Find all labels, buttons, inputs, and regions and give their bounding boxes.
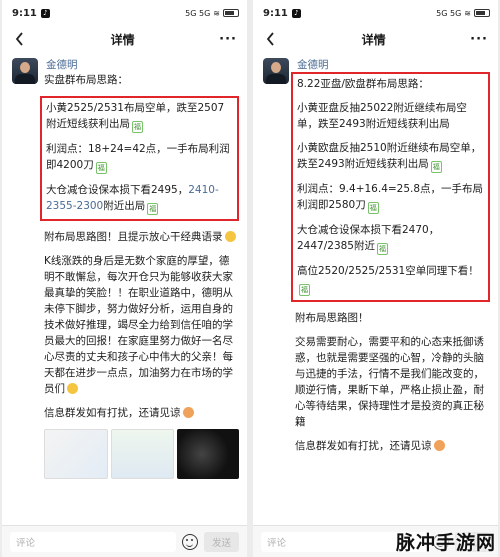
post-paragraph: 小黄欧盘反抽2510附近继续布局空单，跌至2493附近短线获利出局 (297, 142, 482, 170)
battery-icon (223, 9, 239, 17)
nav-bar: 详情 ··· (2, 26, 247, 52)
handshake-emoji-icon (182, 407, 194, 418)
handshake-emoji-icon (433, 440, 445, 451)
post-paragraph: 附布局思路图！ (295, 312, 369, 324)
site-watermark: 脉冲手游网 (395, 532, 496, 554)
more-options-icon[interactable]: ··· (219, 32, 237, 47)
post-paragraph: 高位2520/2525/2531空单同理下看！ (297, 265, 479, 277)
post-paragraph: 利润点：9.4+16.4=25.8点，一手布局利润即2580刀 (297, 183, 484, 211)
back-chevron-icon[interactable] (12, 32, 26, 46)
post-paragraph-tail: 附近出局 (103, 200, 146, 212)
author-name[interactable]: 金德明 (46, 58, 78, 72)
post-body: 8.22亚盘/欧盘群布局思路： 小黄亚盘反抽25022附近继续布局空单，跌至24… (291, 72, 490, 454)
status-time: 9:11 (12, 7, 37, 19)
emoji-tag-icon: 福 (147, 203, 159, 215)
chart-thumbnail[interactable] (177, 429, 240, 479)
chart-thumbnail[interactable] (44, 429, 108, 479)
tiktok-icon: ♪ (291, 8, 301, 18)
post-paragraph: 信息群发如有打扰，还请见谅 (295, 440, 432, 452)
left-phone-screen: 9:11 ♪ 5G 5G ≋ 详情 ··· 金德明 实盘群布局思路： 小黄252… (2, 0, 247, 557)
highlight-box: 8.22亚盘/欧盘群布局思路： 小黄亚盘反抽25022附近继续布局空单，跌至24… (291, 72, 490, 302)
signal-indicator: 5G 5G (185, 8, 211, 18)
right-phone-screen: 9:11 ♪ 5G 5G ≋ 详情 ··· 金德明 8.22亚盘/欧盘群布局思路… (253, 0, 498, 557)
comment-bar: 评论 发送 (2, 525, 247, 557)
post-paragraph: 大仓减仓设保本损下看2470，2447/2385附近 (297, 224, 440, 252)
fist-emoji-icon (67, 383, 78, 394)
emoji-button-icon[interactable] (181, 533, 198, 550)
emoji-tag-icon: 福 (430, 161, 442, 173)
highlight-box: 小黄2525/2531布局空单，跌至2507附近短线获利出局福 利润点：18+2… (40, 96, 239, 221)
post-body: 实盘群布局思路： 小黄2525/2531布局空单，跌至2507附近短线获利出局福… (40, 72, 240, 479)
post-paragraph: 信息群发如有打扰，还请见谅 (44, 407, 181, 419)
emoji-tag-icon: 福 (132, 121, 143, 133)
avatar[interactable] (263, 58, 289, 84)
wifi-icon: ≋ (464, 8, 471, 18)
status-bar: 9:11 ♪ 5G 5G ≋ (253, 0, 498, 26)
nav-bar: 详情 ··· (253, 26, 498, 52)
emoji-tag-icon: 福 (367, 202, 379, 214)
post-content: 金德明 实盘群布局思路： 小黄2525/2531布局空单，跌至2507附近短线获… (2, 56, 247, 525)
post-content: 金德明 8.22亚盘/欧盘群布局思路： 小黄亚盘反抽25022附近继续布局空单，… (253, 56, 498, 525)
wifi-icon: ≋ (213, 8, 220, 18)
signal-indicator: 5G 5G (436, 8, 462, 18)
emoji-icon (224, 231, 236, 242)
post-paragraph: 大仓减仓设保本损下看2495， (46, 184, 189, 196)
post-paragraph: 附布局思路图！且提示放心干经典语录 (44, 231, 223, 243)
status-time: 9:11 (263, 7, 288, 19)
more-options-icon[interactable]: ··· (470, 32, 488, 47)
emoji-tag-icon: 福 (95, 162, 107, 174)
post-paragraph: 交易需要耐心，需要平和的心态来抵御诱惑，也就是需要坚强的心智，冷静的头脑与迅捷的… (295, 336, 484, 428)
emoji-tag-icon: 福 (376, 243, 388, 255)
image-thumbnails (44, 429, 240, 479)
tiktok-icon: ♪ (40, 8, 50, 18)
post-intro: 实盘群布局思路： (44, 74, 128, 86)
status-bar: 9:11 ♪ 5G 5G ≋ (2, 0, 247, 26)
post-paragraph: 利润点：18+24=42点，一手布局利润即4200刀 (46, 143, 230, 171)
emoji-tag-icon: 福 (299, 284, 310, 296)
page-title: 详情 (110, 32, 135, 47)
page-title: 详情 (361, 32, 386, 47)
post-paragraph: K线涨跌的身后是无数个家庭的厚望，德明不敢懈怠，每次开仓只为能够收获大家最真挚的… (44, 255, 233, 395)
back-chevron-icon[interactable] (263, 32, 277, 46)
post-paragraph: 小黄亚盘反抽25022附近继续布局空单，跌至2493附近短线获利出局 (297, 102, 467, 130)
post-paragraph: 8.22亚盘/欧盘群布局思路： (297, 78, 429, 90)
avatar[interactable] (12, 58, 38, 84)
battery-icon (474, 9, 490, 17)
comment-input[interactable]: 评论 (10, 531, 176, 552)
author-name[interactable]: 金德明 (297, 58, 329, 72)
chart-thumbnail[interactable] (110, 429, 175, 479)
send-button[interactable]: 发送 (203, 531, 239, 552)
